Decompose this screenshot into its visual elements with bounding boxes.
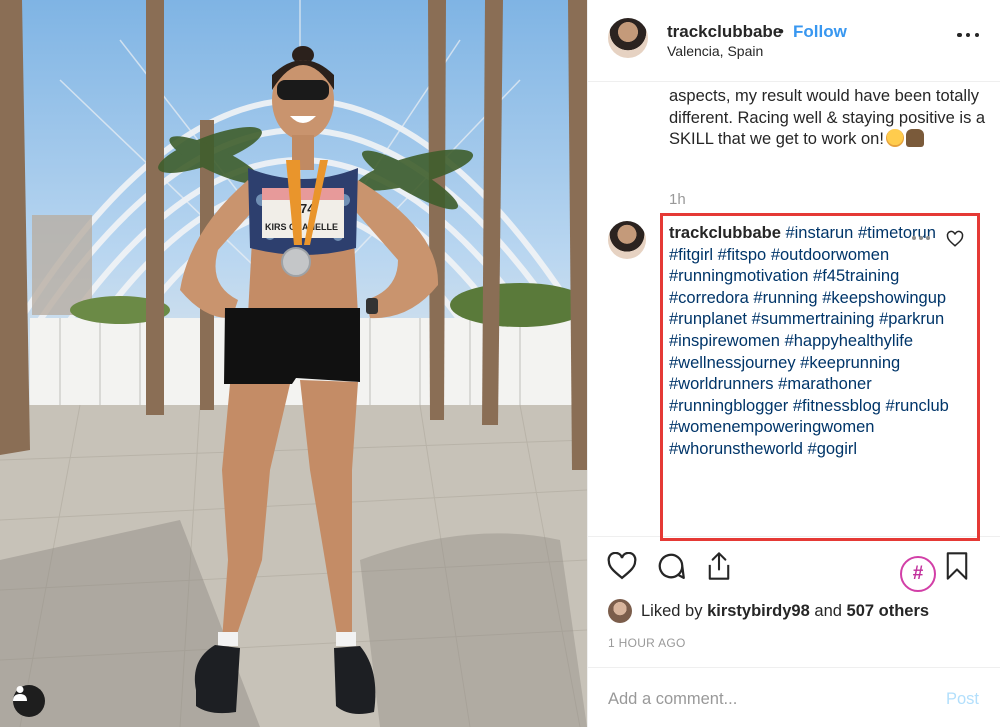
hashtag-link[interactable]: #fitnessblog	[793, 397, 881, 415]
comment-more-icon[interactable]	[912, 236, 930, 240]
hashtag-link[interactable]: #fitgirl	[669, 246, 713, 264]
author-username[interactable]: trackclubbabe	[667, 22, 782, 42]
caption-timestamp[interactable]: 1h	[669, 191, 686, 208]
share-button[interactable]	[702, 549, 736, 583]
hashtag-link[interactable]: #happyhealthylife	[785, 332, 913, 350]
photo-illustration: 74 KIRS CHANELLE	[0, 0, 587, 727]
liker-avatar[interactable]	[608, 599, 632, 623]
hashtag-link[interactable]: #whorunstheworld	[669, 440, 803, 458]
hashtag-icon[interactable]: #	[900, 556, 936, 592]
likes-count[interactable]: 507 others	[847, 602, 930, 620]
likes-prefix: Liked by	[641, 601, 703, 620]
more-options-icon[interactable]	[957, 31, 979, 39]
hashtag-link[interactable]: #parkrun	[879, 310, 944, 328]
hashtag-link[interactable]: #runplanet	[669, 310, 747, 328]
hashtag-link[interactable]: #gogirl	[808, 440, 858, 458]
hashtag-link[interactable]: #keeprunning	[800, 354, 900, 372]
follow-button[interactable]: Follow	[793, 22, 847, 42]
hashtag-link[interactable]: #outdoorwomen	[771, 246, 889, 264]
hashtag-link[interactable]: #runningmotivation	[669, 267, 808, 285]
hashtag-link[interactable]: #runclub	[886, 397, 949, 415]
hugging-face-emoji	[885, 129, 904, 147]
comment-like-heart-icon[interactable]	[946, 230, 964, 248]
hashtag-link[interactable]: #womenempoweringwomen	[669, 418, 874, 436]
hashtag-link[interactable]: #wellnessjourney	[669, 354, 796, 372]
comment-bubble-icon	[658, 553, 685, 579]
hashtag-link[interactable]: #worldrunners	[669, 375, 774, 393]
hashtag-link[interactable]: #f45training	[813, 267, 899, 285]
liker-username[interactable]: kirstybirdy98	[707, 602, 810, 620]
post-comment-button[interactable]: Post	[946, 690, 979, 709]
bookmark-icon	[946, 552, 968, 580]
tagged-users-button[interactable]	[13, 685, 45, 717]
comment-button[interactable]	[654, 549, 688, 583]
commenter-avatar[interactable]	[608, 221, 646, 259]
post-location[interactable]: Valencia, Spain	[667, 43, 763, 59]
post-photo[interactable]: 74 KIRS CHANELLE	[0, 0, 587, 727]
likes-summary: Liked by kirstybirdy98 and 507 others	[608, 598, 929, 624]
caption-text: aspects, my result would have been total…	[669, 86, 989, 151]
hashtag-link[interactable]: #inspirewomen	[669, 332, 780, 350]
like-button[interactable]	[605, 549, 639, 583]
commenter-username[interactable]: trackclubbabe	[669, 224, 781, 242]
hashtag-link[interactable]: #instarun	[785, 224, 853, 242]
hashtag-link[interactable]: #summertraining	[752, 310, 875, 328]
user-icon	[13, 686, 27, 701]
post-panel: trackclubbabe • Follow Valencia, Spain a…	[587, 0, 1000, 727]
hashtag-link[interactable]: #keepshowingup	[822, 289, 946, 307]
share-upload-icon	[708, 552, 730, 580]
heart-icon	[607, 552, 637, 580]
author-avatar[interactable]	[608, 18, 648, 58]
comment-input[interactable]	[608, 686, 928, 712]
hashtag-link[interactable]: #running	[753, 289, 817, 307]
post-timestamp[interactable]: 1 HOUR AGO	[608, 636, 686, 650]
header-separator: •	[778, 22, 784, 41]
comments-list[interactable]: aspects, my result would have been total…	[588, 82, 1000, 537]
add-comment-bar: Post	[588, 667, 1000, 727]
hashtag-link[interactable]: #fitspo	[718, 246, 767, 264]
save-button[interactable]	[940, 549, 974, 583]
post-header: trackclubbabe • Follow Valencia, Spain	[588, 0, 1000, 82]
hashtag-link[interactable]: #runningblogger	[669, 397, 788, 415]
comment-actions	[912, 230, 972, 250]
comment-text: trackclubbabe #instarun #timetorun #fitg…	[669, 223, 974, 461]
likes-joiner: and	[814, 601, 842, 620]
hashtag-link[interactable]: #marathoner	[778, 375, 872, 393]
post-actions-bar: #	[588, 538, 1000, 598]
likes-text: Liked by kirstybirdy98 and 507 others	[641, 602, 929, 621]
hashtag-link[interactable]: #corredora	[669, 289, 749, 307]
caption-body: aspects, my result would have been total…	[669, 87, 986, 148]
raised-hands-emoji	[905, 129, 924, 147]
